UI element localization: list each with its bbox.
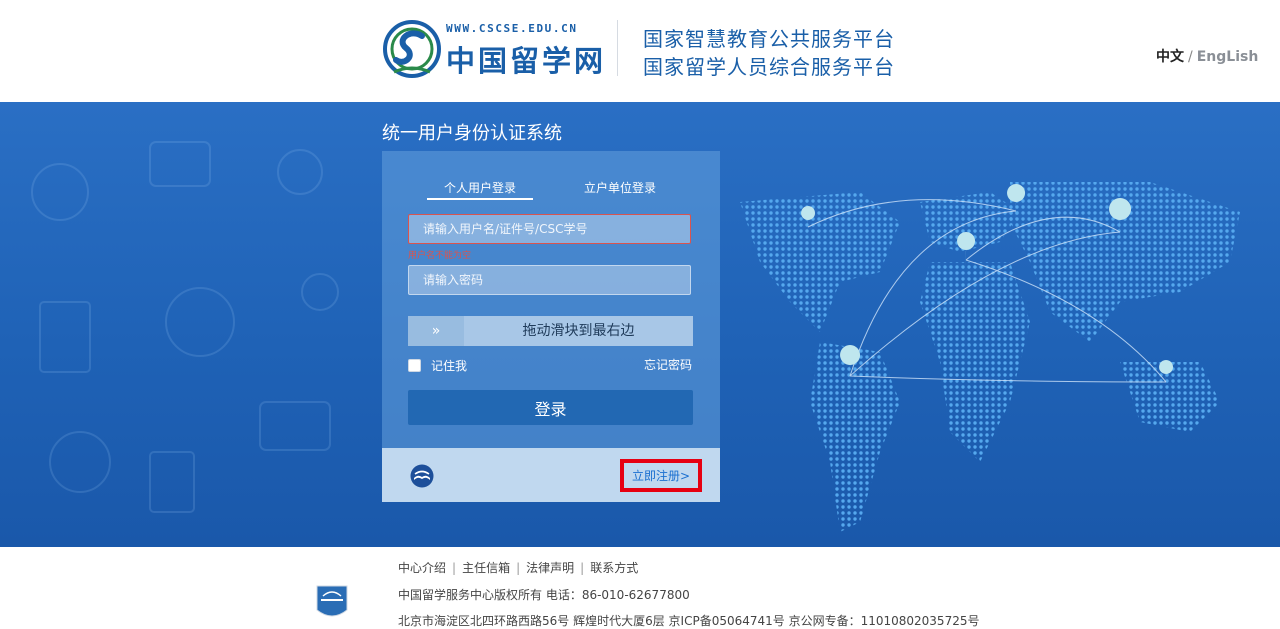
footer-separator: | — [580, 561, 585, 575]
platform-title-2: 国家留学人员综合服务平台 — [643, 55, 895, 79]
tab-personal-login[interactable]: 个人用户登录 — [427, 179, 533, 200]
remember-me: 记住我 — [408, 357, 467, 374]
username-error-message: 用户名不能为空 — [408, 251, 472, 261]
lang-en-link[interactable]: EngLish — [1197, 49, 1259, 65]
slider-handle[interactable]: » — [408, 316, 464, 346]
remember-me-checkbox[interactable] — [408, 359, 421, 372]
book-logo-icon — [410, 464, 434, 488]
login-button[interactable]: 登录 — [408, 390, 693, 425]
footer-link-director-mailbox[interactable]: 主任信箱 — [462, 561, 510, 575]
login-form-panel: 个人用户登录 立户单位登录 用户名不能为空 拖动滑块到最右边 » 记住我 忘记密… — [382, 151, 720, 448]
lang-separator: / — [1188, 49, 1193, 65]
footer-link-about[interactable]: 中心介绍 — [398, 561, 446, 575]
footer-address: 北京市海淀区北四环路西路56号 辉煌时代大厦6层 京ICP备05064741号 … — [398, 614, 980, 628]
tab-org-login[interactable]: 立户单位登录 — [584, 179, 656, 196]
public-institution-badge-icon[interactable] — [315, 584, 349, 623]
footer-separator: | — [516, 561, 521, 575]
logo-cn-text: 中国留学网 — [446, 44, 607, 78]
footer-link-contact[interactable]: 联系方式 — [590, 561, 638, 575]
forgot-password-link[interactable]: 忘记密码 — [644, 356, 692, 373]
footer-link-legal[interactable]: 法律声明 — [526, 561, 574, 575]
remember-me-label[interactable]: 记住我 — [431, 357, 467, 374]
username-input[interactable] — [408, 214, 691, 244]
lang-zh-link[interactable]: 中文 — [1156, 49, 1184, 65]
footer-separator: | — [452, 561, 457, 575]
logo-url-text: WWW.CSCSE.EDU.CN — [446, 22, 578, 35]
password-input[interactable] — [408, 265, 691, 295]
footer: 中心介绍 | 主任信箱 | 法律声明 | 联系方式 中国留学服务中心版权所有 电话：86-0… — [0, 547, 1280, 628]
slider-captcha: 拖动滑块到最右边 » — [408, 316, 693, 346]
system-title: 统一用户身份认证系统 — [382, 123, 562, 144]
login-card: 个人用户登录 立户单位登录 用户名不能为空 拖动滑块到最右边 » 记住我 忘记密… — [382, 151, 720, 502]
header-divider — [617, 20, 618, 76]
footer-links: 中心介绍 | 主任信箱 | 法律声明 | 联系方式 — [398, 559, 638, 576]
language-switcher: 中文 / EngLish — [1156, 46, 1258, 66]
footer-copyright: 中国留学服务中心版权所有 电话：86-010-62677800 — [398, 588, 690, 602]
register-link[interactable]: 立即注册> — [632, 467, 690, 484]
header: WWW.CSCSE.EDU.CN 中国留学网 国家智慧教育公共服务平台 国家留学… — [0, 0, 1280, 102]
platform-title-1: 国家智慧教育公共服务平台 — [643, 27, 895, 51]
register-highlight-box: 立即注册> — [620, 459, 702, 492]
